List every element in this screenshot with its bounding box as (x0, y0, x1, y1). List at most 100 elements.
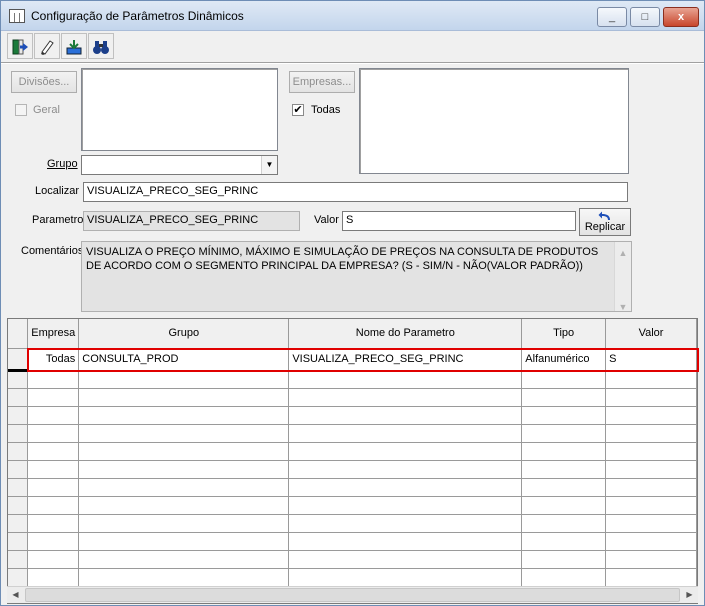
empty-cell[interactable] (521, 424, 607, 443)
divisoes-button[interactable]: Divisões... (11, 71, 77, 93)
empty-cell[interactable] (78, 568, 290, 587)
empty-cell[interactable] (288, 406, 523, 425)
empty-row[interactable] (8, 532, 697, 551)
valor-input[interactable]: S (342, 211, 576, 231)
cell-grupo[interactable]: CONSULTA_PROD (78, 348, 290, 371)
empty-cell[interactable] (27, 496, 80, 515)
parametros-grid[interactable]: Empresa Grupo Nome do Parametro Tipo Val… (7, 318, 698, 604)
minimize-button[interactable]: _ (597, 7, 627, 27)
empty-cell[interactable] (27, 568, 80, 587)
empty-row[interactable] (8, 496, 697, 515)
empty-row[interactable] (8, 460, 697, 479)
empty-cell[interactable] (288, 478, 523, 497)
maximize-button[interactable]: □ (630, 7, 660, 27)
empty-cell[interactable] (27, 370, 80, 389)
empty-cell[interactable] (605, 550, 697, 569)
empty-cell[interactable] (78, 496, 290, 515)
cell-valor[interactable]: S (605, 348, 697, 371)
empty-cell[interactable] (78, 460, 290, 479)
empty-cell[interactable] (521, 388, 607, 407)
empty-cell[interactable] (288, 568, 523, 587)
col-header-empresa[interactable]: Empresa (27, 319, 80, 349)
empty-cell[interactable] (521, 550, 607, 569)
empty-cell[interactable] (521, 406, 607, 425)
empty-cell[interactable] (521, 442, 607, 461)
empty-cell[interactable] (288, 388, 523, 407)
empty-cell[interactable] (521, 478, 607, 497)
empty-cell[interactable] (521, 532, 607, 551)
empty-cell[interactable] (288, 496, 523, 515)
empty-cell[interactable] (605, 568, 697, 587)
empty-cell[interactable] (605, 532, 697, 551)
empty-cell[interactable] (521, 568, 607, 587)
scroll-left-icon[interactable]: ◀ (7, 587, 24, 603)
empty-row[interactable] (8, 406, 697, 425)
replicar-button[interactable]: Replicar (579, 208, 631, 236)
grid-horizontal-scrollbar[interactable]: ◀ ▶ (7, 586, 698, 603)
empty-row[interactable] (8, 424, 697, 443)
empty-cell[interactable] (27, 388, 80, 407)
empty-cell[interactable] (27, 460, 80, 479)
empty-cell[interactable] (605, 496, 697, 515)
localizar-input[interactable]: VISUALIZA_PRECO_SEG_PRINC (83, 182, 628, 202)
empresas-button[interactable]: Empresas... (289, 71, 355, 93)
empty-cell[interactable] (521, 514, 607, 533)
chevron-down-icon[interactable]: ▼ (261, 156, 277, 174)
title-bar[interactable]: Configuração de Parâmetros Dinâmicos _ □… (1, 1, 704, 31)
empty-cell[interactable] (605, 514, 697, 533)
empty-row[interactable] (8, 478, 697, 497)
empty-cell[interactable] (27, 550, 80, 569)
empty-cell[interactable] (78, 388, 290, 407)
empty-cell[interactable] (605, 388, 697, 407)
empty-cell[interactable] (78, 424, 290, 443)
scroll-down-icon[interactable]: ▼ (615, 300, 631, 311)
cell-nome[interactable]: VISUALIZA_PRECO_SEG_PRINC (288, 348, 523, 371)
empty-cell[interactable] (288, 442, 523, 461)
empty-cell[interactable] (78, 550, 290, 569)
empty-cell[interactable] (78, 478, 290, 497)
empty-cell[interactable] (27, 478, 80, 497)
empty-cell[interactable] (78, 514, 290, 533)
geral-checkbox[interactable] (15, 104, 27, 116)
divisoes-list[interactable] (81, 68, 278, 151)
col-header-grupo[interactable]: Grupo (78, 319, 290, 349)
empty-cell[interactable] (288, 550, 523, 569)
empty-cell[interactable] (288, 424, 523, 443)
empty-cell[interactable] (521, 496, 607, 515)
empty-cell[interactable] (78, 442, 290, 461)
col-header-valor[interactable]: Valor (605, 319, 697, 349)
empty-row[interactable] (8, 550, 697, 569)
close-button[interactable]: x (663, 7, 699, 27)
empty-cell[interactable] (521, 460, 607, 479)
empty-row[interactable] (8, 388, 697, 407)
table-row[interactable]: Todas CONSULTA_PROD VISUALIZA_PRECO_SEG_… (8, 348, 697, 372)
col-header-nome[interactable]: Nome do Parametro (288, 319, 523, 349)
empty-cell[interactable] (288, 370, 523, 389)
empty-cell[interactable] (27, 442, 80, 461)
empty-cell[interactable] (288, 532, 523, 551)
empty-cell[interactable] (78, 406, 290, 425)
eraser-button[interactable] (34, 33, 60, 59)
empty-cell[interactable] (605, 406, 697, 425)
empresas-list[interactable] (359, 68, 629, 174)
scroll-up-icon[interactable]: ▲ (615, 246, 631, 260)
empty-cell[interactable] (288, 514, 523, 533)
scroll-thumb[interactable] (25, 588, 680, 602)
empty-cell[interactable] (288, 460, 523, 479)
empty-cell[interactable] (605, 442, 697, 461)
empty-cell[interactable] (521, 370, 607, 389)
empty-cell[interactable] (27, 424, 80, 443)
empty-row[interactable] (8, 568, 697, 587)
empty-cell[interactable] (605, 478, 697, 497)
scroll-right-icon[interactable]: ▶ (681, 587, 698, 603)
empty-cell[interactable] (605, 424, 697, 443)
empty-row[interactable] (8, 514, 697, 533)
todas-checkbox[interactable]: ✔ (292, 104, 304, 116)
col-header-tipo[interactable]: Tipo (521, 319, 607, 349)
empty-cell[interactable] (605, 370, 697, 389)
grupo-combobox[interactable]: ▼ (81, 155, 278, 175)
empty-row[interactable] (8, 370, 697, 389)
empty-cell[interactable] (27, 532, 80, 551)
empty-cell[interactable] (78, 532, 290, 551)
empty-cell[interactable] (605, 460, 697, 479)
